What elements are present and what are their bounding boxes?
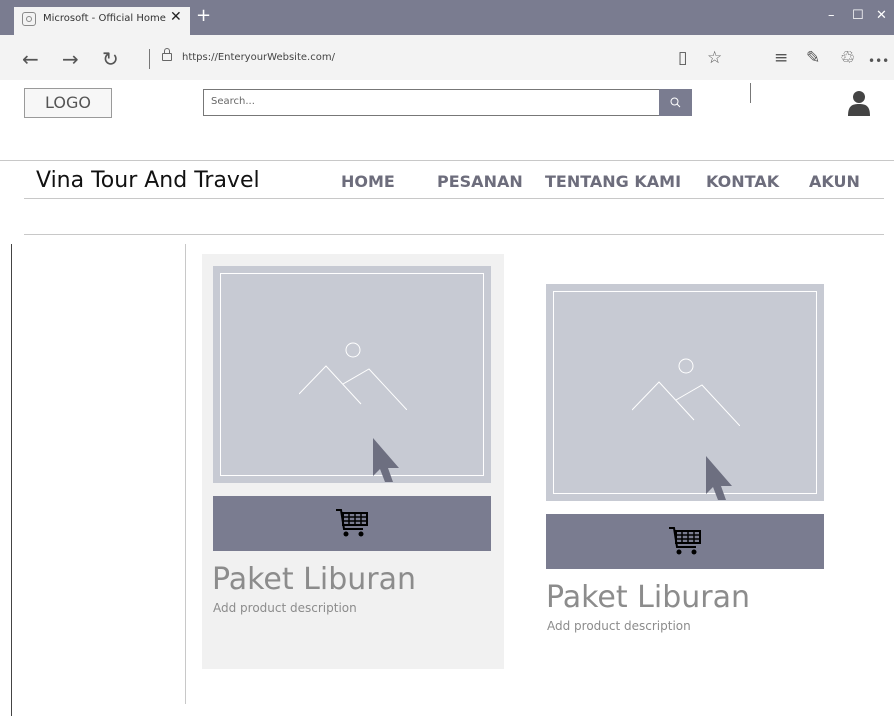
url-field[interactable]: https://EnteryourWebsite.com/	[182, 52, 335, 63]
image-placeholder-icon	[632, 358, 740, 426]
product-card[interactable]: Paket Liburan Add product description	[546, 284, 825, 644]
user-icon[interactable]	[848, 90, 870, 120]
product-image[interactable]	[213, 266, 491, 483]
share-icon[interactable]: ♲	[840, 48, 855, 68]
close-window-button[interactable]: ✕	[876, 8, 887, 24]
product-description: Add product description	[547, 619, 691, 633]
image-placeholder-icon	[299, 342, 407, 410]
refresh-button[interactable]: ↻	[102, 49, 119, 69]
new-tab-button[interactable]: +	[196, 6, 211, 26]
cursor-icon	[373, 438, 399, 482]
more-icon[interactable]: •••	[868, 51, 889, 71]
content-divider	[24, 234, 884, 235]
reading-view-icon[interactable]: ▯	[678, 48, 687, 68]
sidebar-divider	[185, 244, 186, 704]
shopping-cart-icon	[336, 509, 368, 537]
nav-item-pesanan[interactable]: PESANAN	[437, 172, 523, 191]
browser-tab[interactable]: Microsoft - Official Home ✕	[14, 7, 190, 35]
nav-item-kontak[interactable]: KONTAK	[706, 172, 779, 191]
browser-address-bar: ← → ↻ https://EnteryourWebsite.com/ ▯ ☆ …	[0, 35, 894, 103]
add-to-cart-button[interactable]	[546, 514, 824, 569]
search-placeholder: Search...	[211, 96, 255, 107]
lock-icon	[162, 48, 172, 61]
cursor-icon	[706, 456, 732, 500]
back-button[interactable]: ←	[22, 49, 39, 69]
maximize-button[interactable]: ☐	[852, 8, 864, 24]
nav-item-akun[interactable]: AKUN	[809, 172, 860, 191]
product-image[interactable]	[546, 284, 824, 501]
add-to-cart-button[interactable]	[213, 496, 491, 551]
product-title[interactable]: Paket Liburan	[212, 562, 416, 597]
toolbar-separator	[750, 83, 751, 103]
tab-close-icon[interactable]: ✕	[170, 9, 182, 25]
logo[interactable]: LOGO	[24, 88, 112, 118]
product-description: Add product description	[213, 601, 357, 615]
page-left-border	[11, 244, 12, 716]
web-note-icon[interactable]: ✎	[806, 48, 820, 68]
search-icon	[670, 97, 681, 108]
product-card[interactable]: Paket Liburan Add product description	[202, 254, 504, 669]
favicon-icon	[22, 12, 36, 26]
search-button[interactable]	[659, 89, 692, 116]
hub-icon[interactable]: ≡	[774, 48, 788, 68]
browser-title-bar: Microsoft - Official Home ✕ + – ☐ ✕	[0, 0, 894, 35]
minimize-button[interactable]: –	[828, 8, 835, 24]
nav-separator	[149, 49, 150, 69]
site-brand[interactable]: Vina Tour And Travel	[36, 168, 260, 193]
shopping-cart-icon	[669, 527, 701, 555]
favorite-star-icon[interactable]: ☆	[707, 48, 722, 68]
search-input[interactable]: Search...	[203, 89, 692, 116]
tab-title: Microsoft - Official Home	[43, 13, 166, 24]
nav-divider	[24, 198, 884, 199]
nav-item-home[interactable]: HOME	[341, 172, 395, 191]
header-divider	[0, 160, 894, 161]
product-title[interactable]: Paket Liburan	[546, 580, 750, 615]
forward-button[interactable]: →	[62, 49, 79, 69]
nav-item-tentang-kami[interactable]: TENTANG KAMI	[545, 172, 681, 191]
